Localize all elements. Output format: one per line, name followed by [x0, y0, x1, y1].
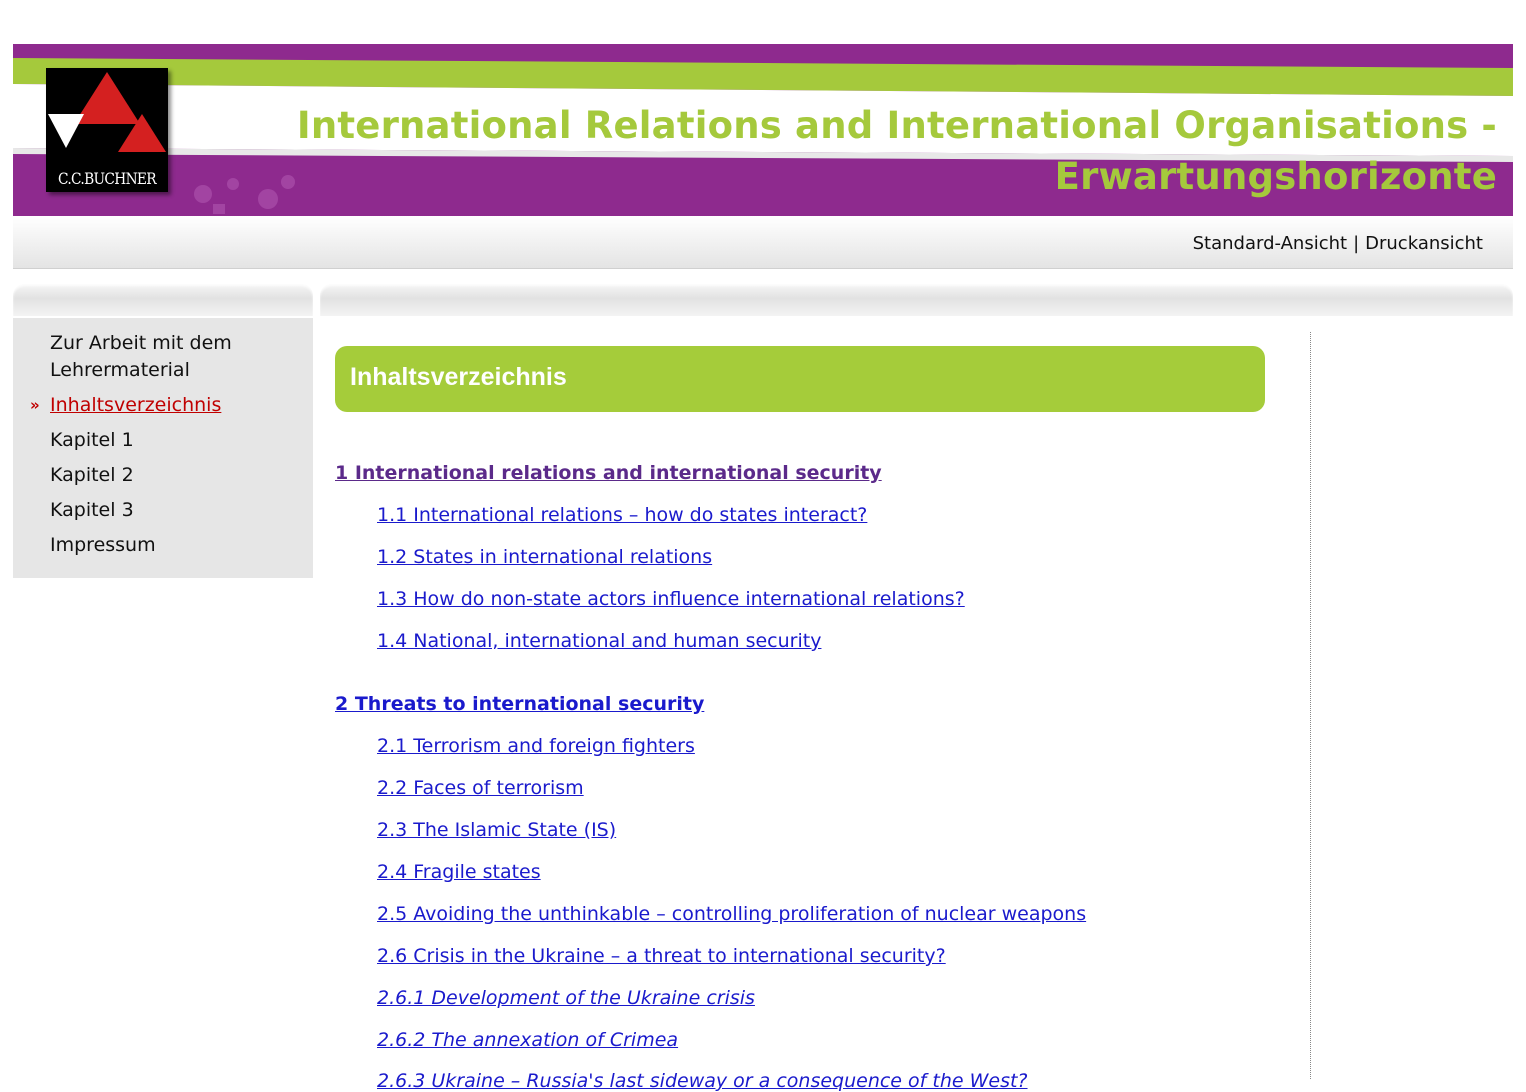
active-marker-icon: »	[30, 396, 40, 414]
sidebar-top-strip	[13, 284, 313, 316]
toc-section-2-5[interactable]: 2.5 Avoiding the unthinkable – controlli…	[377, 903, 1086, 925]
toc-section-1-3[interactable]: 1.3 How do non-state actors influence in…	[377, 588, 965, 610]
toc-section-1-4[interactable]: 1.4 National, international and human se…	[377, 630, 821, 652]
sidebar-item-kapitel-1[interactable]: Kapitel 1	[13, 427, 313, 454]
sidebar-item-label[interactable]: Kapitel 1	[50, 429, 134, 451]
header-banner: C.C.BUCHNER International Relations and …	[13, 44, 1513, 216]
toc-heading-box: Inhaltsverzeichnis	[335, 346, 1265, 412]
view-toggle-bar: Standard-Ansicht | Druckansicht	[13, 216, 1513, 269]
toc-section-2-3[interactable]: 2.3 The Islamic State (IS)	[377, 819, 616, 841]
toc-chapter-1[interactable]: 1 International relations and internatio…	[335, 462, 882, 484]
toc-section-2-6[interactable]: 2.6 Crisis in the Ukraine – a threat to …	[377, 945, 946, 967]
sidebar-item-inhaltsverzeichnis[interactable]: » Inhaltsverzeichnis	[13, 392, 313, 419]
logo-text: C.C.BUCHNER	[58, 169, 157, 188]
toc-section-2-6-2[interactable]: 2.6.2 The annexation of Crimea	[377, 1029, 678, 1051]
content-top-strip	[320, 284, 1513, 316]
standard-view-link[interactable]: Standard-Ansicht	[1193, 233, 1347, 254]
logo-triangles-icon	[48, 72, 166, 152]
view-links: Standard-Ansicht | Druckansicht	[1193, 233, 1483, 254]
sidebar-item-label[interactable]: Inhaltsverzeichnis	[50, 394, 221, 416]
toc-section-2-1[interactable]: 2.1 Terrorism and foreign fighters	[377, 735, 695, 757]
print-view-link[interactable]: Druckansicht	[1365, 233, 1483, 254]
page-title-line2: Erwartungshorizonte	[1054, 155, 1497, 198]
toc-section-1-2[interactable]: 1.2 States in international relations	[377, 546, 712, 568]
toc-heading: Inhaltsverzeichnis	[350, 363, 567, 391]
sidebar-item-impressum[interactable]: Impressum	[13, 532, 313, 559]
sidebar-item-kapitel-2[interactable]: Kapitel 2	[13, 462, 313, 489]
sidebar-item-label[interactable]: Impressum	[50, 534, 156, 556]
view-separator: |	[1353, 233, 1360, 254]
sidebar-nav: Zur Arbeit mit dem Lehrermaterial » Inhal…	[13, 318, 313, 578]
sidebar-item-label[interactable]: Kapitel 2	[50, 464, 134, 486]
sidebar-item-kapitel-3[interactable]: Kapitel 3	[13, 497, 313, 524]
buchner-logo[interactable]: C.C.BUCHNER	[46, 68, 168, 192]
toc-section-1-1[interactable]: 1.1 International relations – how do sta…	[377, 504, 867, 526]
page-title-line1: International Relations and Internationa…	[296, 104, 1497, 147]
content-divider	[1310, 332, 1311, 1079]
toc-section-2-2[interactable]: 2.2 Faces of terrorism	[377, 777, 584, 799]
toc-section-2-4[interactable]: 2.4 Fragile states	[377, 861, 541, 883]
toc-section-2-6-1[interactable]: 2.6.1 Development of the Ukraine crisis	[377, 987, 755, 1009]
sidebar-item-label[interactable]: Zur Arbeit mit dem Lehrermaterial	[50, 332, 232, 381]
sidebar-item-lehrermaterial[interactable]: Zur Arbeit mit dem Lehrermaterial	[13, 330, 250, 384]
sidebar-item-label[interactable]: Kapitel 3	[50, 499, 134, 521]
toc-chapter-2[interactable]: 2 Threats to international security	[335, 693, 704, 715]
toc-section-2-6-3[interactable]: 2.6.3 Ukraine – Russia's last sideway or…	[377, 1070, 1028, 1092]
